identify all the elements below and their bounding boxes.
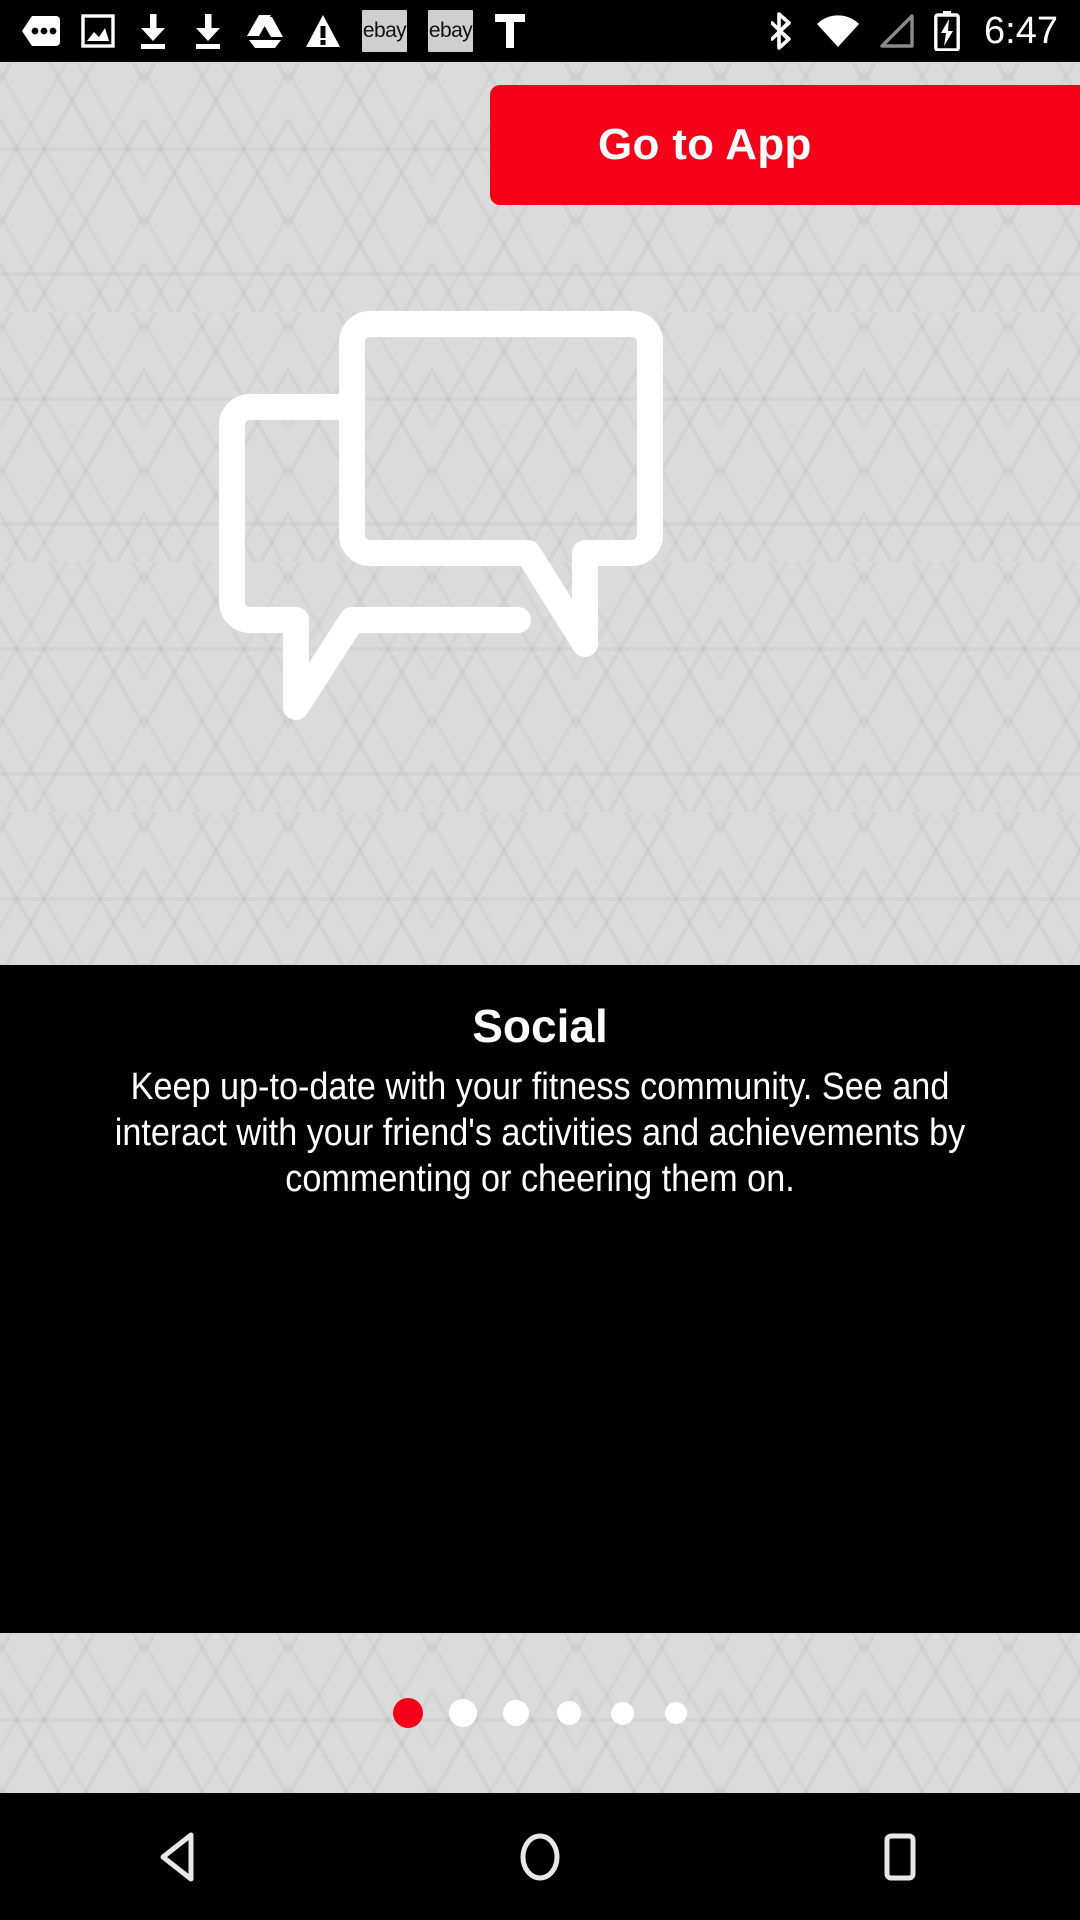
wifi-icon (817, 15, 860, 47)
recents-square-icon (884, 1833, 916, 1880)
status-bar-clock: 6:47 (984, 10, 1058, 52)
back-triangle-icon (160, 1832, 194, 1881)
page-dot-6[interactable] (665, 1702, 687, 1724)
home-circle-icon (520, 1833, 560, 1880)
page-indicator-dots (393, 1698, 687, 1728)
image-icon (81, 14, 115, 48)
download-icon (196, 14, 220, 49)
android-navigation-bar (0, 1793, 1080, 1920)
more-notifications-icon (22, 16, 60, 46)
status-bar-notifications: ebay ebay (0, 10, 771, 52)
cellular-signal-icon (880, 14, 914, 48)
back-button[interactable] (90, 1793, 270, 1920)
feature-text-panel: Social Keep up-to-date with your fitness… (0, 965, 1080, 1330)
ebay-badge-label: ebay (362, 19, 407, 42)
home-button[interactable] (450, 1793, 630, 1920)
page-dot-2[interactable] (449, 1699, 477, 1727)
ebay-badge-icon: ebay (362, 10, 407, 52)
page-title: Social (472, 1000, 608, 1052)
download-icon (141, 14, 165, 49)
bluetooth-icon (771, 12, 791, 50)
ebay-badge-label: ebay (428, 19, 473, 42)
text-t-icon (495, 14, 525, 48)
page-dot-4[interactable] (557, 1701, 581, 1725)
google-drive-icon (247, 15, 283, 48)
go-to-app-label: Go to App (598, 120, 812, 169)
feature-description: Keep up-to-date with your fitness commun… (114, 1065, 966, 1201)
app-screen: ebay ebay 6:47 Go to App Social Keep up-… (0, 0, 1080, 1920)
page-dot-3[interactable] (503, 1700, 529, 1726)
page-dot-5[interactable] (611, 1701, 634, 1725)
hero-illustration-area: Go to App (0, 62, 1080, 965)
go-to-app-button[interactable]: Go to App (490, 85, 1080, 205)
page-indicator-bar (0, 1633, 1080, 1793)
battery-charging-icon (934, 11, 960, 51)
panel-black-filler (0, 1330, 1080, 1633)
warning-icon (306, 15, 340, 47)
status-bar: ebay ebay 6:47 (0, 0, 1080, 62)
ebay-badge-icon: ebay (428, 10, 473, 52)
status-bar-system-icons: 6:47 (771, 11, 1080, 51)
page-dot-1[interactable] (393, 1698, 423, 1728)
recents-button[interactable] (810, 1793, 990, 1920)
